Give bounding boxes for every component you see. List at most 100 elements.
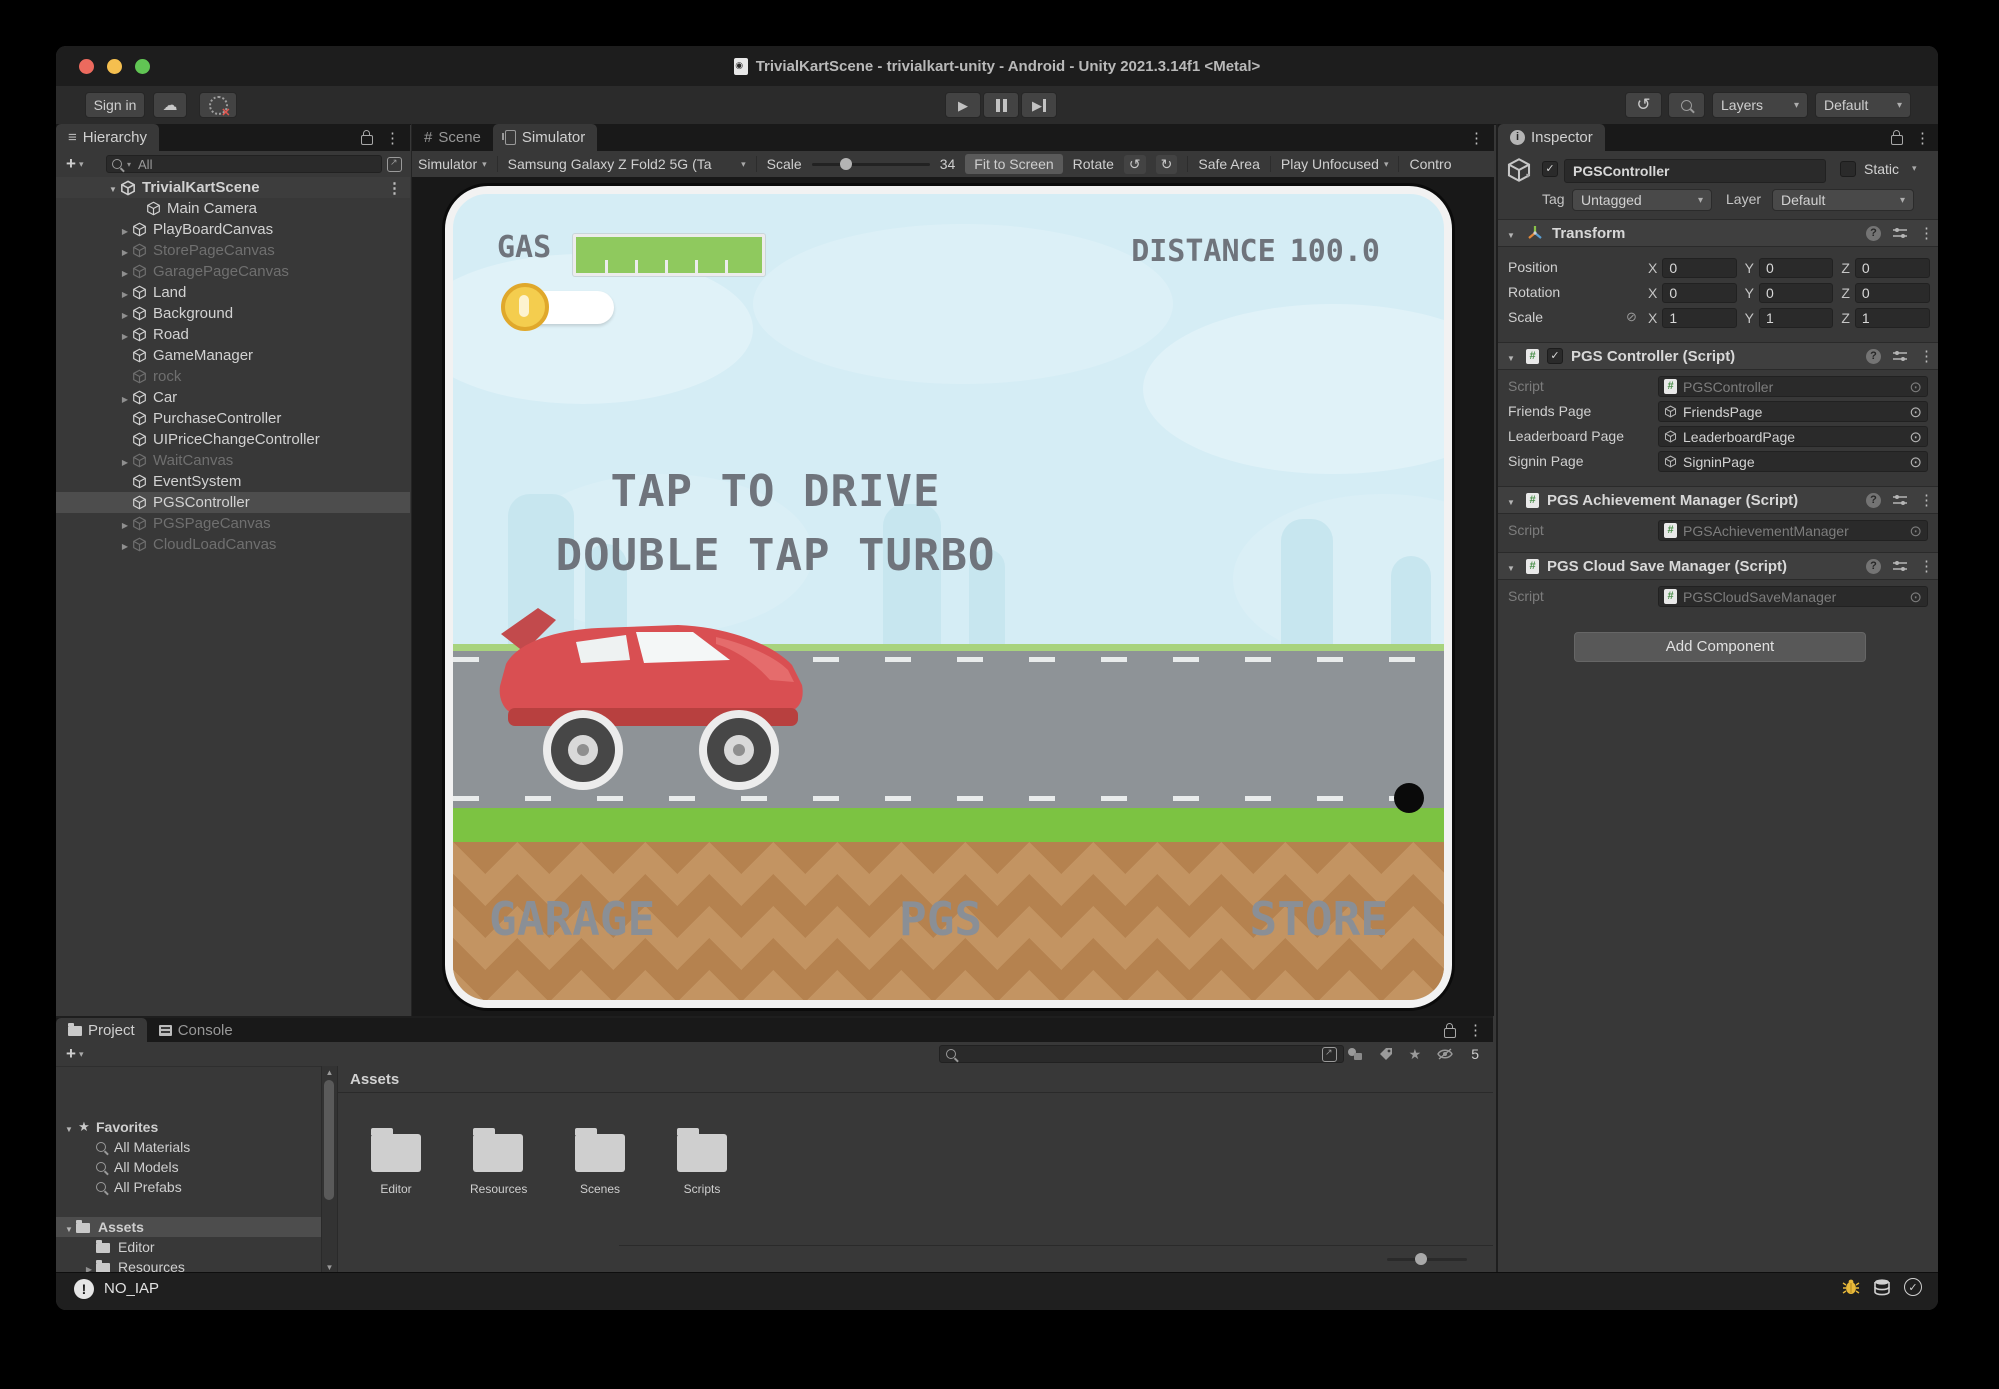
target-picker-icon[interactable]: ⊙ [1909, 378, 1922, 396]
script-object-field[interactable]: PGSAchievementManager ⊙ [1658, 520, 1928, 541]
hierarchy-item[interactable]: WaitCanvas [56, 450, 410, 471]
scale-y-input[interactable]: 1 [1759, 308, 1833, 328]
kebab-icon[interactable]: ⋮ [387, 179, 402, 197]
debugger-bug-icon[interactable] [1842, 1279, 1860, 1295]
expand-arrow-icon[interactable] [118, 263, 132, 280]
tag-dropdown[interactable]: Untagged ▾ [1572, 189, 1712, 211]
hierarchy-item[interactable]: GaragePageCanvas [56, 261, 410, 282]
create-asset-button[interactable]: + ▾ [66, 1044, 83, 1064]
hierarchy-search-input[interactable] [136, 156, 376, 173]
cache-server-icon[interactable] [1874, 1279, 1890, 1296]
kebab-icon[interactable]: ⋮ [1919, 557, 1934, 575]
collab-error-button[interactable] [199, 92, 237, 118]
project-tree-scrollbar[interactable]: ▲ ▼ [321, 1066, 337, 1274]
presets-icon[interactable] [1893, 350, 1907, 362]
target-picker-icon[interactable]: ⊙ [1909, 453, 1922, 471]
presets-icon[interactable] [1893, 227, 1907, 239]
search-everything-button[interactable] [1668, 92, 1705, 118]
rotate-ccw-button[interactable]: ↺ [1124, 155, 1146, 174]
pause-button[interactable] [983, 92, 1019, 118]
asset-folder-resources[interactable]: Resources [470, 1126, 526, 1196]
layout-dropdown[interactable]: Default ▾ [1815, 92, 1911, 118]
rotation-z-input[interactable]: 0 [1855, 283, 1930, 303]
lock-icon[interactable] [1891, 135, 1903, 145]
tab-scene[interactable]: # Scene [412, 124, 493, 151]
kebab-icon[interactable]: ⋮ [1919, 491, 1934, 509]
target-picker-icon[interactable]: ⊙ [1909, 428, 1922, 446]
scale-slider[interactable] [812, 163, 930, 166]
presets-icon[interactable] [1893, 560, 1907, 572]
coin-toggle[interactable] [523, 291, 614, 324]
safe-area-toggle[interactable]: Safe Area [1198, 156, 1260, 172]
scroll-down-arrow-icon[interactable]: ▼ [322, 1263, 337, 1272]
fit-to-screen-button[interactable]: Fit to Screen [965, 154, 1062, 174]
garage-button[interactable]: GARAGE [489, 892, 655, 946]
tree-item-all-prefabs[interactable]: All Prefabs [56, 1177, 321, 1197]
leaderboard-page-field[interactable]: LeaderboardPage ⊙ [1658, 426, 1928, 447]
cloud-button[interactable]: ☁ [153, 92, 187, 118]
project-search-input[interactable] [962, 1046, 1316, 1063]
friends-page-field[interactable]: FriendsPage ⊙ [1658, 401, 1928, 422]
hierarchy-item[interactable]: UIPriceChangeController [56, 429, 410, 450]
tab-simulator[interactable]: Simulator [493, 124, 597, 151]
sign-in-button[interactable]: Sign in [85, 92, 145, 118]
thumbnail-size-slider[interactable] [1387, 1258, 1467, 1261]
slider-thumb[interactable] [1415, 1253, 1427, 1265]
expand-arrow-icon[interactable] [118, 452, 132, 469]
asset-folder-editor[interactable]: Editor [368, 1126, 424, 1196]
add-component-button[interactable]: Add Component [1574, 632, 1866, 662]
tree-item-editor[interactable]: Editor [56, 1237, 321, 1257]
foldout-open-icon[interactable] [1504, 558, 1518, 575]
hierarchy-item[interactable]: GameManager [56, 345, 410, 366]
favorites-star-icon[interactable]: ★ [1409, 1046, 1422, 1063]
play-button[interactable] [945, 92, 981, 118]
version-history-button[interactable]: ↺ [1625, 92, 1662, 118]
help-icon[interactable]: ? [1866, 493, 1881, 508]
tab-inspector[interactable]: i Inspector [1498, 124, 1605, 151]
kebab-icon[interactable]: ⋮ [1468, 1021, 1483, 1039]
hierarchy-item[interactable]: PGSPageCanvas [56, 513, 410, 534]
pgs-controller-header[interactable]: PGS Controller (Script) ? ⋮ [1498, 342, 1938, 370]
object-name-input[interactable] [1564, 159, 1826, 183]
expand-arrow-icon[interactable] [118, 389, 132, 406]
expand-arrow-icon[interactable] [118, 221, 132, 238]
kebab-icon[interactable]: ⋮ [1919, 347, 1934, 365]
script-object-field[interactable]: PGSController ⊙ [1658, 376, 1928, 397]
tree-item-assets[interactable]: Assets [56, 1217, 321, 1237]
component-enabled-checkbox[interactable] [1547, 348, 1563, 364]
expand-arrow-icon[interactable] [118, 536, 132, 553]
tab-hierarchy[interactable]: ≡ Hierarchy [56, 124, 159, 151]
layers-dropdown[interactable]: Layers ▾ [1712, 92, 1808, 118]
hierarchy-item[interactable]: CloudLoadCanvas [56, 534, 410, 555]
expand-arrow-icon[interactable] [118, 242, 132, 259]
signin-page-field[interactable]: SigninPage ⊙ [1658, 451, 1928, 472]
scrollbar-thumb[interactable] [324, 1080, 334, 1200]
foldout-open-icon[interactable] [1504, 348, 1518, 365]
filter-by-type-icon[interactable] [1347, 1047, 1363, 1061]
control-overlay-label[interactable]: Contro [1409, 156, 1451, 172]
foldout-open-icon[interactable] [106, 179, 120, 196]
create-object-button[interactable]: + ▾ [66, 154, 83, 174]
scale-slider-thumb[interactable] [840, 158, 852, 170]
step-button[interactable] [1021, 92, 1057, 118]
help-icon[interactable]: ? [1866, 226, 1881, 241]
position-z-input[interactable]: 0 [1855, 258, 1930, 278]
help-icon[interactable]: ? [1866, 349, 1881, 364]
rotation-y-input[interactable]: 0 [1759, 283, 1833, 303]
foldout-open-icon[interactable] [62, 1119, 76, 1135]
scale-x-input[interactable]: 1 [1662, 308, 1736, 328]
presets-icon[interactable] [1893, 494, 1907, 506]
lock-icon[interactable] [361, 135, 373, 145]
static-dropdown-arrow-icon[interactable]: ▾ [1912, 163, 1917, 174]
hierarchy-item[interactable]: StorePageCanvas [56, 240, 410, 261]
hierarchy-item[interactable]: Land [56, 282, 410, 303]
hierarchy-item[interactable]: rock [56, 366, 410, 387]
progress-ok-icon[interactable]: ✓ [1904, 1278, 1922, 1296]
kebab-icon[interactable]: ⋮ [1469, 129, 1484, 147]
position-y-input[interactable]: 0 [1759, 258, 1833, 278]
foldout-open-icon[interactable] [62, 1219, 76, 1235]
search-popout-icon[interactable] [1322, 1047, 1337, 1062]
hierarchy-search[interactable]: ▾ [106, 155, 382, 173]
hierarchy-item[interactable]: Car [56, 387, 410, 408]
foldout-open-icon[interactable] [1504, 225, 1518, 242]
